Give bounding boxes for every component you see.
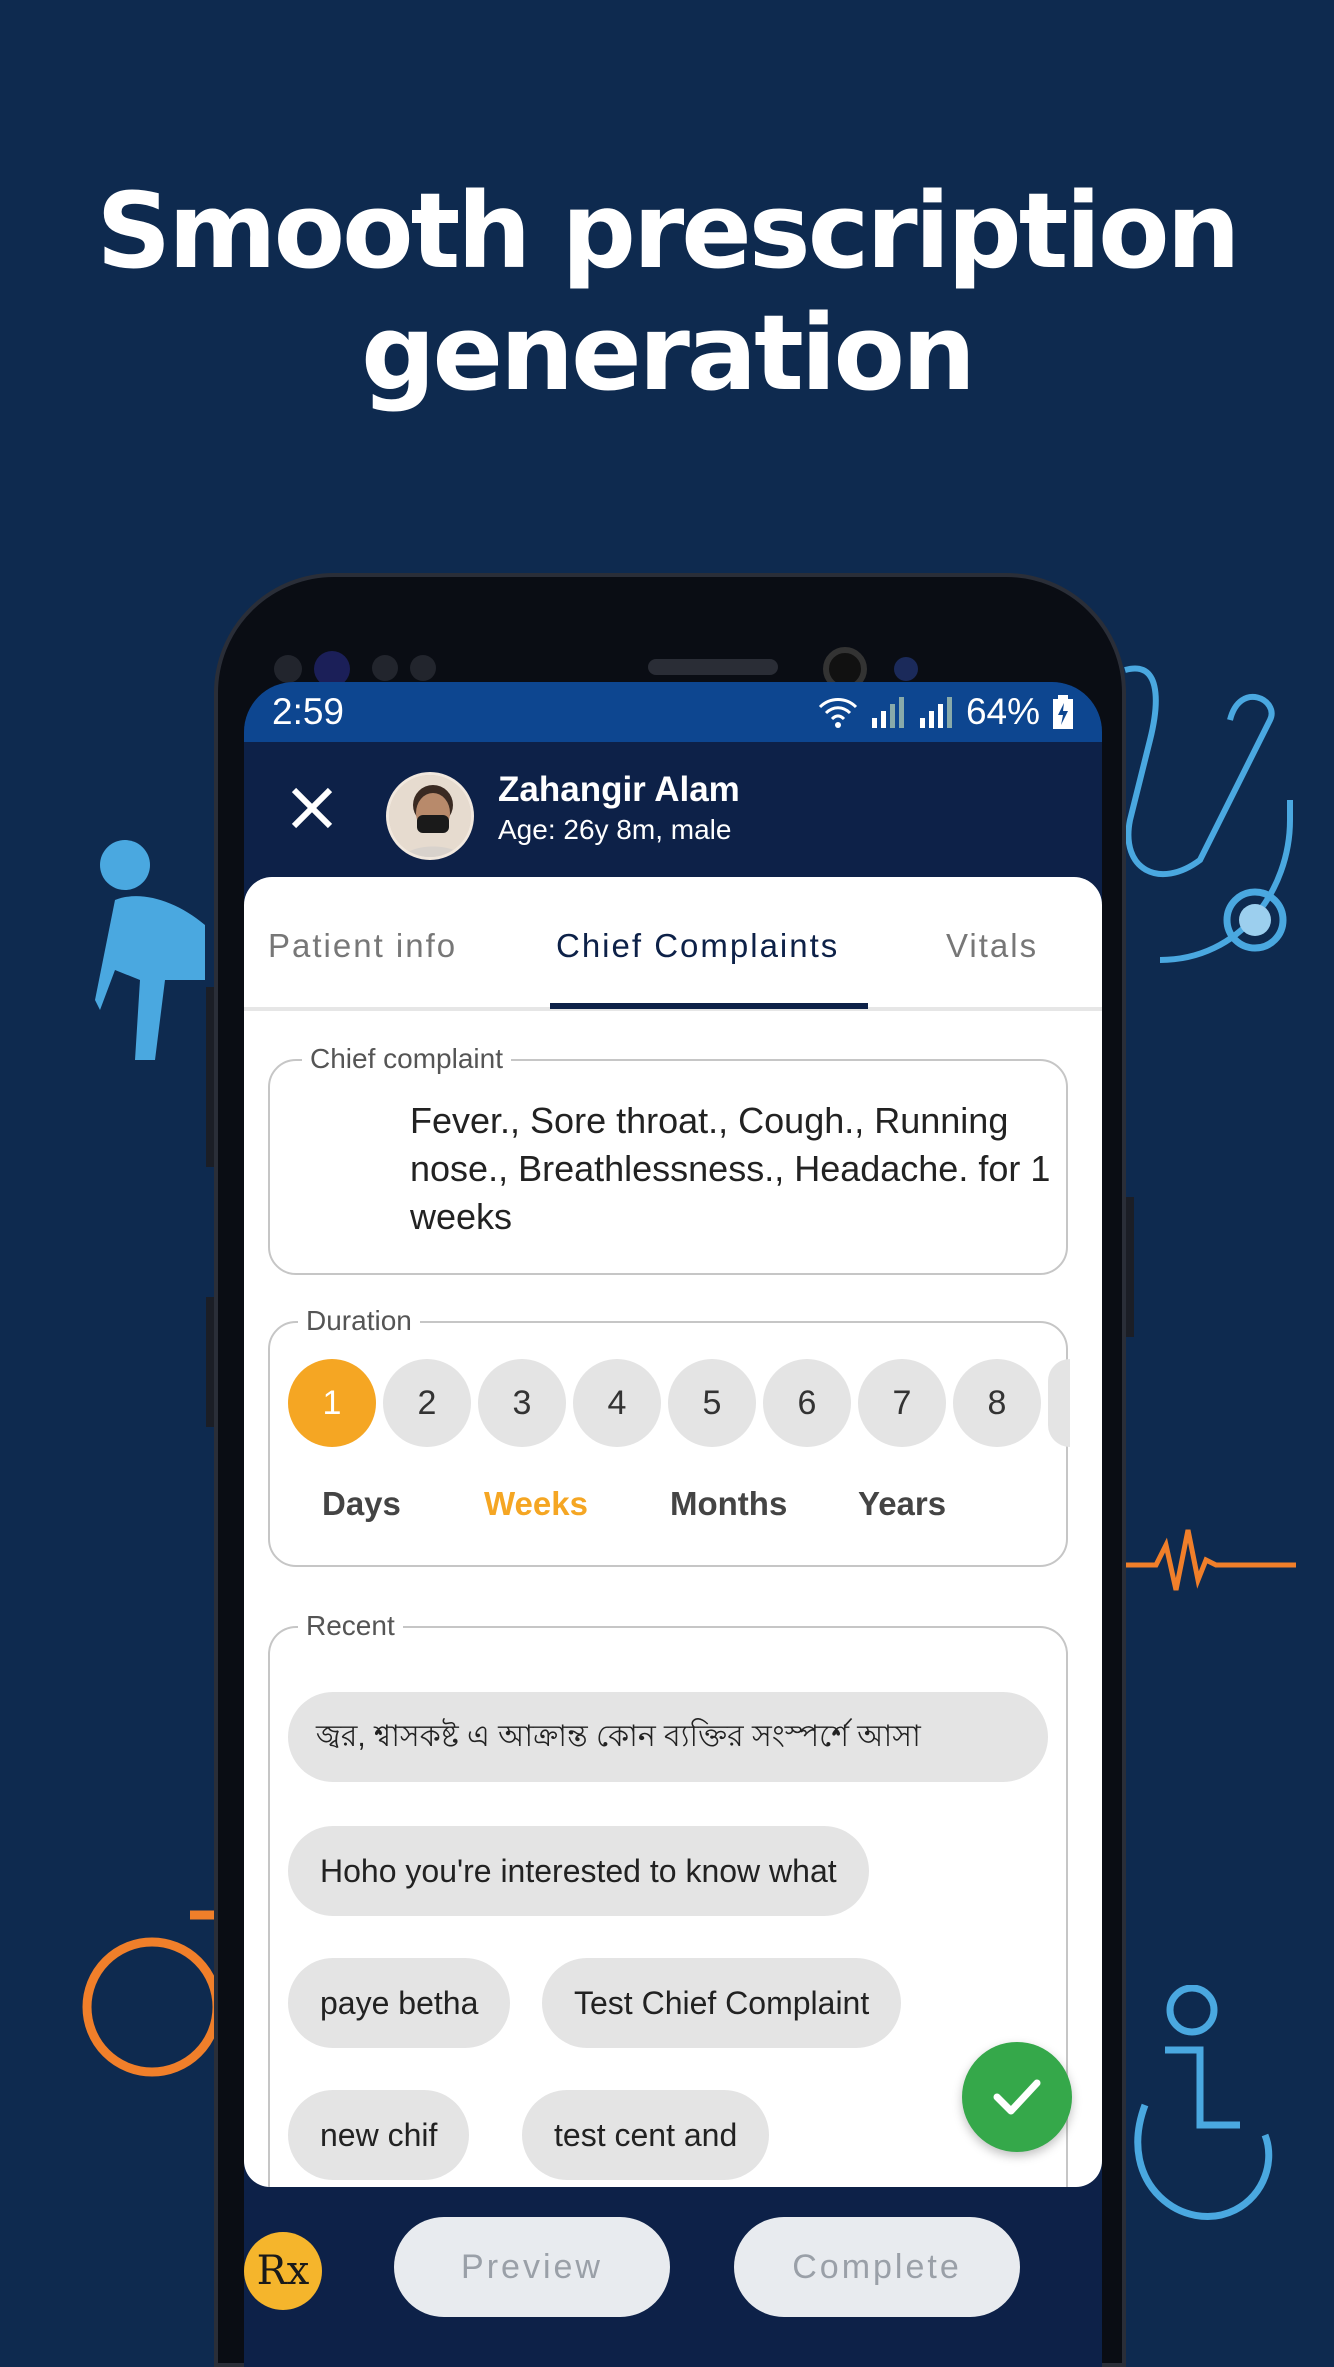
recent-chip[interactable]: Hoho you're interested to know what (288, 1826, 869, 1916)
duration-field: Duration 1 2 3 4 5 6 7 8 Days Weeks Mont… (268, 1305, 1070, 1567)
bottom-action-bar: Rx Preview Complete (244, 2187, 1102, 2367)
checkmark-icon (993, 2079, 1041, 2115)
preview-button[interactable]: Preview (394, 2217, 670, 2317)
tab-patient-info[interactable]: Patient info (268, 927, 457, 965)
patient-name: Zahangir Alam (498, 770, 740, 809)
duration-number-1[interactable]: 1 (288, 1359, 376, 1447)
sensor-dot (410, 655, 436, 681)
headline-line-2: generation (361, 292, 976, 414)
recent-field: Recent জ্বর, শ্বাসকষ্ট এ আক্রান্ত কোন ব্… (268, 1610, 1068, 2187)
recent-chip[interactable]: new chif (288, 2090, 470, 2180)
wifi-icon (818, 698, 857, 728)
status-bar: 2:59 64% (244, 682, 1102, 742)
recent-chip[interactable]: paye betha (288, 1958, 511, 2048)
signal-icon (919, 697, 952, 728)
sensor-dot (274, 655, 302, 683)
phone-side-button (206, 987, 214, 1167)
heartbeat-line-illustration (1126, 1529, 1296, 1591)
duration-number-2[interactable]: 2 (383, 1359, 471, 1447)
duration-unit-months[interactable]: Months (670, 1485, 787, 1523)
phone-side-button (1126, 1197, 1134, 1337)
app-header: Zahangir Alam Age: 26y 8m, male (244, 742, 1102, 877)
complete-button[interactable]: Complete (734, 2217, 1020, 2317)
headline: Smooth prescription generation (0, 170, 1334, 414)
avatar (386, 772, 474, 860)
battery-percent: 64% (965, 691, 1040, 732)
status-time: 2:59 (272, 691, 345, 732)
duration-number-3[interactable]: 3 (478, 1359, 566, 1447)
recent-chip[interactable]: Test Chief Complaint (542, 1958, 902, 2048)
complaint-card: Patient info Chief Complaints Vitals Chi… (244, 877, 1102, 2187)
app-screen: 2:59 64% Zahangir Alam Age: 26y 8m, male… (244, 682, 1102, 2367)
rx-icon[interactable]: Rx (244, 2232, 322, 2310)
tab-chief-complaints[interactable]: Chief Complaints (556, 927, 839, 965)
chief-complaint-label: Chief complaint (302, 1043, 511, 1075)
duration-number-partial[interactable] (1048, 1359, 1070, 1447)
tab-vitals[interactable]: Vitals (946, 927, 1038, 965)
patient-photo (389, 775, 471, 857)
phone-side-button (206, 1297, 214, 1427)
status-icons: 64% (818, 691, 1074, 733)
stethoscope-illustration (1124, 665, 1293, 963)
battery-icon (1053, 695, 1073, 729)
patient-age-sex: Age: 26y 8m, male (498, 814, 732, 845)
recent-chip[interactable]: জ্বর, শ্বাসকষ্ট এ আক্রান্ত কোন ব্যক্তির … (288, 1692, 1048, 1782)
recent-chip[interactable]: test cent and (522, 2090, 770, 2180)
earpiece-speaker (648, 659, 778, 675)
duration-number-8[interactable]: 8 (953, 1359, 1041, 1447)
headline-line-1: Smooth prescription (96, 170, 1240, 292)
chief-complaint-field[interactable]: Chief complaint Fever., Sore throat., Co… (268, 1043, 1068, 1275)
signal-icon (871, 697, 904, 728)
duration-unit-days[interactable]: Days (322, 1485, 401, 1523)
bicycle-illustration (82, 1910, 230, 2077)
duration-number-4[interactable]: 4 (573, 1359, 661, 1447)
phone-frame: 2:59 64% Zahangir Alam Age: 26y 8m, male… (206, 573, 1134, 2367)
sensor-dot (372, 655, 398, 681)
wheelchair-illustration (1134, 1985, 1273, 2220)
chief-complaint-text: Fever., Sore throat., Cough., Running no… (410, 1100, 1051, 1237)
duration-label: Duration (298, 1305, 420, 1337)
active-tab-indicator (550, 1003, 868, 1009)
duration-unit-weeks[interactable]: Weeks (484, 1485, 588, 1523)
close-icon[interactable] (282, 778, 342, 838)
tab-bar: Patient info Chief Complaints Vitals (244, 877, 1102, 1011)
duration-number-5[interactable]: 5 (668, 1359, 756, 1447)
recent-label: Recent (298, 1610, 403, 1642)
sensor-dot (894, 657, 918, 681)
duration-unit-years[interactable]: Years (858, 1485, 946, 1523)
duration-number-6[interactable]: 6 (763, 1359, 851, 1447)
confirm-fab-button[interactable] (962, 2042, 1072, 2152)
duration-number-7[interactable]: 7 (858, 1359, 946, 1447)
